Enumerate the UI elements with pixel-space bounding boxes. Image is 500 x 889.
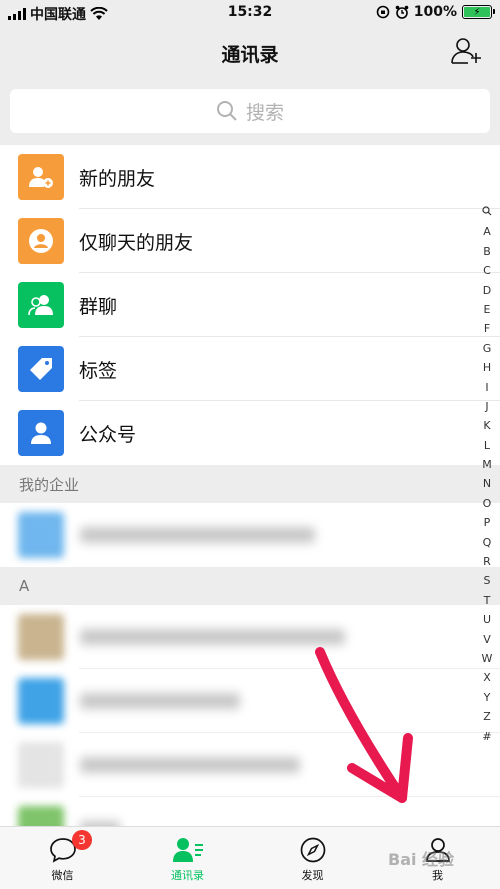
index-letter[interactable]: #: [482, 727, 491, 746]
watermark: Bai 经验: [388, 850, 455, 869]
enterprise-row[interactable]: [0, 503, 500, 567]
index-letter[interactable]: N: [483, 474, 491, 493]
index-letter[interactable]: M: [482, 455, 492, 474]
menu-label: 群聊: [79, 295, 118, 318]
search-placeholder: 搜索: [245, 101, 284, 124]
status-bar: 中国联通 15:32 100% ⚡: [0, 0, 500, 26]
orientation-lock-icon: [376, 5, 390, 19]
index-letter[interactable]: C: [483, 261, 491, 280]
menu-label: 新的朋友: [79, 167, 156, 190]
avatar: [18, 742, 64, 788]
contacts-screen: 中国联通 15:32 100% ⚡ 通讯录 搜索 新的朋友 仅聊天的朋友 群聊 …: [0, 0, 500, 889]
contact-name-blurred: [80, 693, 240, 709]
index-letter[interactable]: H: [483, 358, 491, 377]
menu-new-friends[interactable]: 新的朋友: [0, 145, 500, 209]
index-letter[interactable]: D: [483, 281, 491, 300]
index-letter[interactable]: T: [484, 591, 491, 610]
search-icon: [216, 101, 237, 121]
section-header-enterprise: 我的企业: [0, 465, 500, 503]
index-letter[interactable]: Q: [483, 533, 492, 552]
index-letter[interactable]: A: [483, 222, 491, 241]
avatar: [18, 678, 64, 724]
search-bar[interactable]: 搜索: [10, 89, 490, 133]
compass-icon: [300, 837, 325, 863]
battery-percent: 100%: [413, 4, 457, 20]
index-letter[interactable]: E: [484, 300, 491, 319]
page-title: 通讯录: [221, 44, 279, 66]
enterprise-name-blurred: [80, 527, 315, 543]
index-letter[interactable]: G: [483, 339, 492, 358]
tab-label: 发现: [301, 869, 324, 882]
person-icon: [18, 218, 64, 264]
add-contact-button[interactable]: [450, 36, 482, 66]
index-letter[interactable]: W: [482, 649, 493, 668]
official-account-icon: [18, 410, 64, 456]
index-letter[interactable]: O: [483, 494, 492, 513]
unread-badge: 3: [72, 830, 92, 850]
tab-contacts[interactable]: 通讯录: [125, 827, 250, 889]
index-letter[interactable]: F: [484, 319, 490, 338]
index-letter[interactable]: R: [483, 552, 491, 571]
group-icon: [18, 282, 64, 328]
contact-name-blurred: [80, 757, 300, 773]
index-search-icon[interactable]: [482, 203, 492, 222]
menu-label: 公众号: [79, 423, 137, 446]
tag-icon: [18, 346, 64, 392]
contacts-icon: [172, 838, 203, 862]
enterprise-avatar: [18, 512, 64, 558]
nav-header: 通讯录: [0, 26, 500, 78]
avatar: [18, 614, 64, 660]
tab-chats[interactable]: 微信 3: [0, 827, 125, 889]
menu-label: 仅聊天的朋友: [79, 231, 194, 254]
alphabet-index[interactable]: A B C D E F G H I J K L M N O P Q R S T U V W X Y Z #: [480, 203, 494, 746]
index-letter[interactable]: K: [483, 416, 490, 435]
index-letter[interactable]: Y: [484, 688, 491, 707]
tab-discover[interactable]: 发现: [250, 827, 375, 889]
annotation-arrow: [315, 647, 413, 803]
index-letter[interactable]: B: [483, 242, 491, 261]
alarm-icon: [395, 5, 409, 19]
index-letter[interactable]: I: [485, 378, 488, 397]
index-letter[interactable]: L: [484, 436, 490, 455]
index-letter[interactable]: J: [485, 397, 488, 416]
menu-group-chats[interactable]: 群聊: [0, 273, 500, 337]
index-letter[interactable]: S: [484, 571, 491, 590]
index-letter[interactable]: Z: [483, 707, 491, 726]
battery-icon: ⚡: [462, 5, 495, 19]
menu-chat-only-friends[interactable]: 仅聊天的朋友: [0, 209, 500, 273]
index-letter[interactable]: V: [483, 630, 491, 649]
menu-label: 标签: [79, 359, 118, 382]
index-letter[interactable]: P: [484, 513, 491, 532]
index-letter[interactable]: X: [483, 668, 491, 687]
section-header-a: A: [0, 567, 500, 605]
index-letter[interactable]: U: [483, 610, 491, 629]
menu-official-accounts[interactable]: 公众号: [0, 401, 500, 465]
tab-label: 微信: [51, 869, 74, 882]
add-friend-icon: [18, 154, 64, 200]
tab-label: 通讯录: [171, 869, 204, 882]
menu-tags[interactable]: 标签: [0, 337, 500, 401]
